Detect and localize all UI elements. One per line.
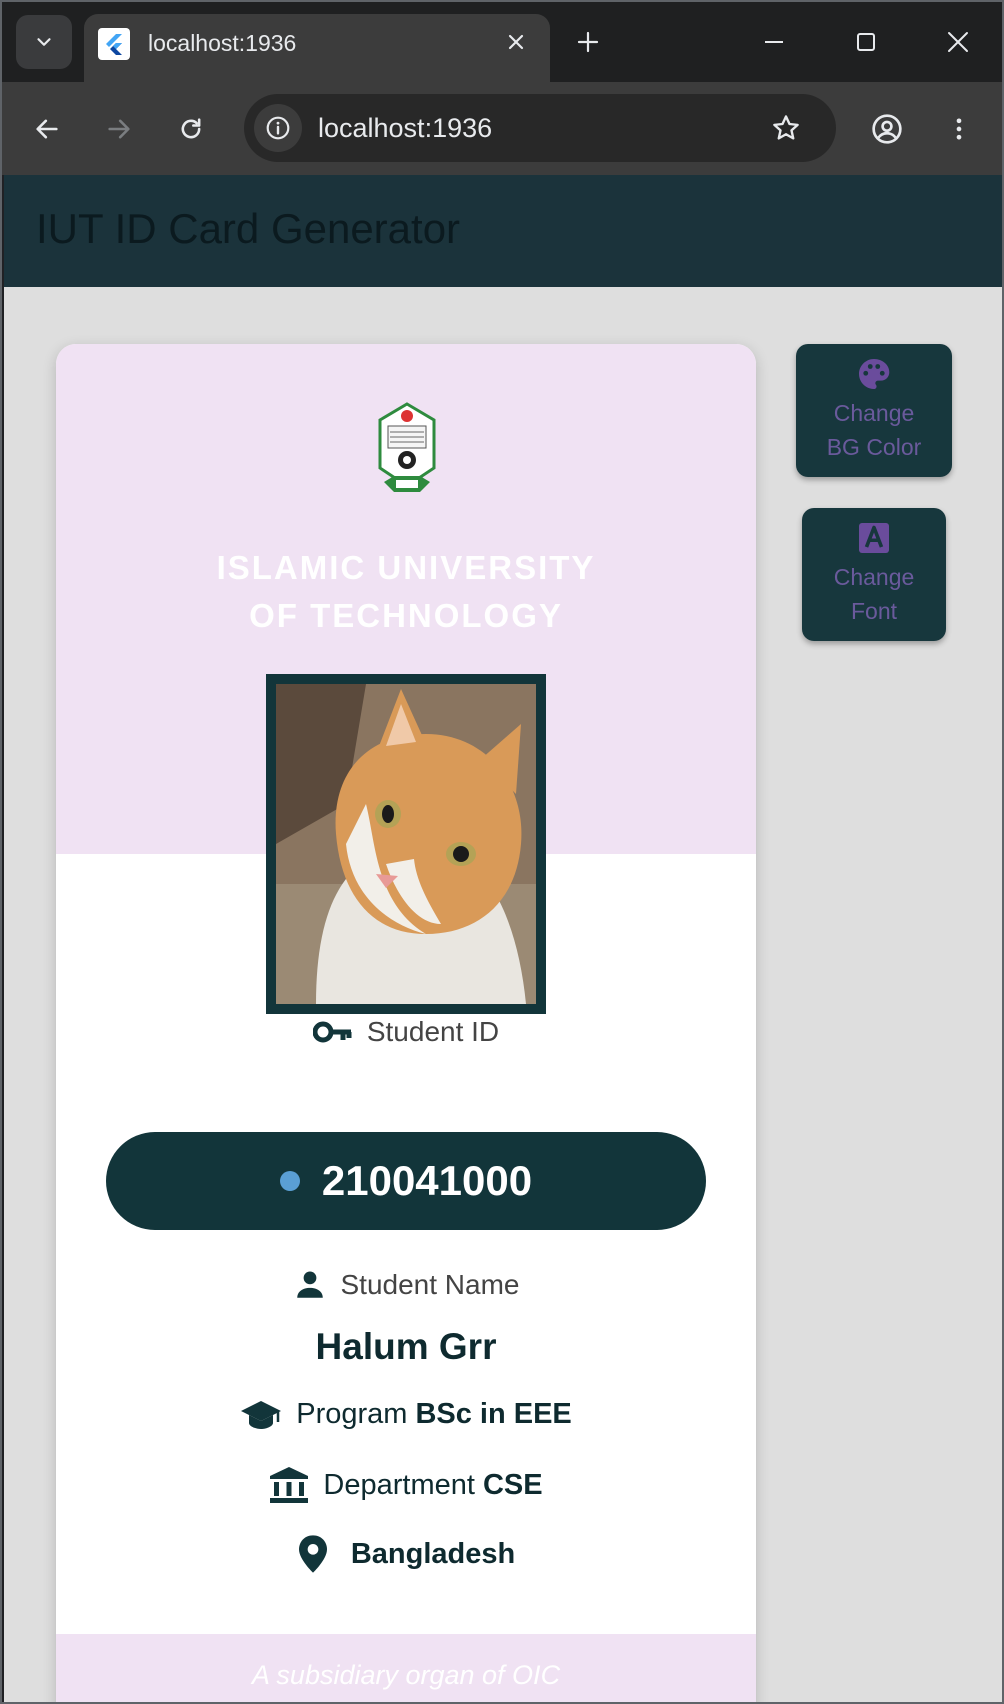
reload-button[interactable] [168,106,214,152]
card-footer: A subsidiary organ of OIC [56,1634,756,1702]
tab-strip: localhost:1936 [2,2,1002,84]
minimize-button[interactable] [754,22,794,62]
maximize-icon [857,33,875,51]
student-id-value: 210041000 [321,1157,533,1204]
department-row: Department CSE [56,1466,756,1504]
student-id-label: Student ID [366,1016,500,1047]
maximize-button[interactable] [846,22,886,62]
plus-icon [577,31,599,53]
student-id-pill: 210041000 [106,1132,706,1230]
site-info-button[interactable] [254,104,302,152]
account-icon [872,114,902,144]
browser-window: localhost:1936 localhost:1936 IUT ID Car… [0,0,1004,1704]
arrow-left-icon [36,119,58,139]
department-label: Department [323,1468,475,1501]
app-title: IUT ID Card Generator [36,205,461,252]
key-icon [312,1021,352,1043]
student-name-label-row: Student Name [56,1268,756,1302]
change-font-button[interactable]: Change Font [802,508,946,641]
flutter-icon [98,28,130,60]
country-value: Bangladesh [350,1537,516,1570]
menu-button[interactable] [936,106,982,152]
change-bg-color-line2: BG Color [826,434,922,460]
institution-icon [270,1467,309,1503]
chevron-down-icon [37,38,51,46]
tab-close-button[interactable] [500,26,532,58]
student-id-label-row: Student ID [56,1016,756,1048]
student-photo [276,684,536,1004]
font-icon [859,523,889,553]
back-button[interactable] [24,106,70,152]
university-logo [378,402,436,492]
person-icon [296,1271,323,1298]
info-icon [266,116,290,140]
minimize-icon [765,41,783,43]
more-vert-icon [956,118,962,140]
app-bar: IUT ID Card Generator [4,175,1002,287]
country-row: Bangladesh [56,1534,756,1574]
graduation-cap-icon [241,1400,282,1429]
tab-title: localhost:1936 [148,30,297,56]
new-tab-button[interactable] [570,24,606,60]
reload-icon [181,118,201,139]
student-name-value: Halum Grr [315,1326,497,1367]
close-icon [948,32,968,52]
change-bg-color-button[interactable]: Change BG Color [796,344,952,477]
program-label: Program [296,1398,408,1430]
footer-text: A subsidiary organ of OIC [251,1660,561,1690]
university-name: ISLAMIC UNIVERSITY OF TECHNOLOGY [216,549,596,634]
program-row: Program BSc in EEE [56,1398,756,1431]
address-bar[interactable]: localhost:1936 [244,94,836,162]
close-window-button[interactable] [938,22,978,62]
arrow-right-icon [108,119,130,139]
id-card: ISLAMIC UNIVERSITY OF TECHNOLOGY Student… [56,344,756,1702]
profile-button[interactable] [864,106,910,152]
student-name-label: Student Name [340,1269,520,1300]
url-text: localhost:1936 [318,113,493,143]
palette-icon [859,359,890,389]
change-bg-color-line1: Change [833,400,915,426]
location-pin-icon [298,1535,327,1573]
star-icon [773,115,799,140]
change-font-line1: Change [833,564,915,590]
close-icon [508,34,524,50]
browser-tab[interactable]: localhost:1936 [84,14,550,84]
status-dot [279,1171,300,1191]
bookmark-button[interactable] [766,108,806,148]
browser-toolbar: localhost:1936 [2,82,1002,175]
department-value: CSE [482,1468,543,1501]
photo-frame [266,674,546,1014]
page-viewport: IUT ID Card Generator ISLAMIC UNIVERSITY… [4,175,1002,1702]
forward-button[interactable] [96,106,142,152]
tab-search-button[interactable] [16,15,72,69]
program-value: BSc in EEE [415,1398,572,1430]
change-font-line2: Font [850,598,898,624]
